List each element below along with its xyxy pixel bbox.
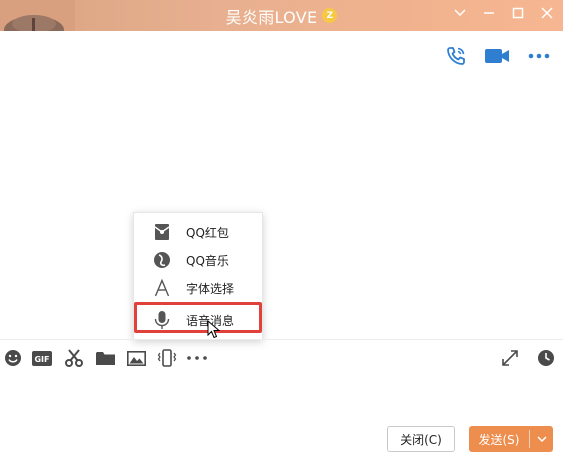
maximize-icon[interactable]	[503, 0, 533, 26]
close-button[interactable]: 关闭(C)	[387, 426, 455, 452]
scissors-icon[interactable]	[63, 347, 85, 369]
music-icon	[151, 249, 173, 271]
window-title: 吴炎雨LOVE	[225, 7, 318, 27]
minimize-icon[interactable]	[474, 0, 504, 26]
phone-icon[interactable]	[443, 43, 469, 69]
more-icon[interactable]	[526, 43, 552, 69]
menu-item-red-packet[interactable]: QQ红包	[134, 218, 264, 246]
menu-item-label: 字体选择	[186, 281, 235, 296]
send-button-label: 发送(S)	[478, 432, 520, 447]
red-packet-icon	[151, 221, 173, 243]
send-button[interactable]: 发送(S)	[469, 426, 553, 452]
video-call-icon[interactable]	[484, 43, 510, 69]
send-options-chevron-icon[interactable]	[530, 426, 553, 452]
gif-label: GIF	[34, 355, 49, 364]
history-icon[interactable]	[535, 347, 557, 369]
menu-item-label: QQ红包	[186, 225, 229, 240]
shake-icon[interactable]	[156, 347, 178, 369]
plugin-popup-menu: QQ红包 QQ音乐 字体选择 语音消息	[133, 212, 263, 340]
menu-item-voice-message[interactable]: 语音消息	[134, 306, 264, 334]
menu-item-font[interactable]: 字体选择	[134, 274, 264, 302]
menu-item-music[interactable]: QQ音乐	[134, 246, 264, 274]
image-icon[interactable]	[125, 347, 147, 369]
font-icon	[151, 277, 173, 299]
vip-badge-icon: Z	[322, 8, 338, 23]
menu-item-label: QQ音乐	[186, 253, 229, 268]
microphone-icon	[151, 309, 173, 331]
folder-icon[interactable]	[94, 347, 116, 369]
gif-icon[interactable]: GIF	[32, 347, 52, 369]
expand-icon[interactable]	[499, 347, 521, 369]
chevron-down-icon[interactable]	[445, 0, 475, 26]
close-icon[interactable]	[532, 0, 562, 26]
emoji-icon[interactable]	[2, 347, 24, 369]
mouse-cursor-icon	[207, 320, 221, 339]
toolbar-divider	[0, 339, 563, 340]
title-bar: 吴炎雨LOVE Z	[0, 0, 563, 31]
more-dots-icon[interactable]	[186, 347, 208, 369]
